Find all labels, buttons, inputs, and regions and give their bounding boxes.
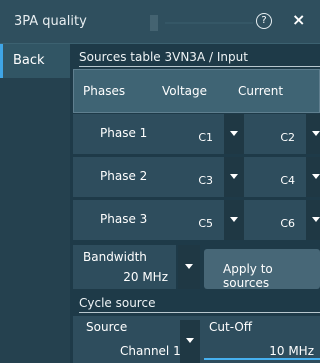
voltage-dropdown-button[interactable] <box>224 114 244 154</box>
bandwidth-value: 20 MHz <box>123 270 168 284</box>
phase-label: Phase 3 <box>100 212 148 226</box>
table-row: Phase 3 C5 C6 <box>73 200 320 240</box>
apply-to-sources-button[interactable]: Apply to sources <box>204 249 320 290</box>
voltage-dropdown-button[interactable] <box>224 157 244 197</box>
phase-label: Phase 2 <box>100 169 148 183</box>
current-value: C4 <box>280 174 295 187</box>
cycle-source-rule <box>79 312 320 313</box>
back-button[interactable]: Back <box>0 44 70 78</box>
sources-table-title: Sources table 3VN3A / Input <box>79 50 248 64</box>
voltage-value: C5 <box>198 217 213 230</box>
title-bar: 3PA quality ? × <box>0 0 320 44</box>
cycle-source-title: Cycle source <box>79 296 156 310</box>
close-icon[interactable]: × <box>292 10 305 29</box>
drag-track <box>165 22 253 24</box>
column-current: Current <box>238 84 284 98</box>
sidebar: Back <box>0 44 70 363</box>
back-label: Back <box>13 53 45 68</box>
current-select[interactable]: C4 <box>247 162 305 196</box>
bandwidth-field[interactable]: Bandwidth 20 MHz <box>73 245 176 289</box>
current-select[interactable]: C6 <box>247 205 305 239</box>
sources-table-rule <box>79 66 320 67</box>
cutoff-value[interactable]: 10 MHz <box>269 344 314 358</box>
question-circle-icon[interactable]: ? <box>256 13 272 29</box>
voltage-dropdown-button[interactable] <box>224 200 244 240</box>
table-row: Phase 2 C3 C4 <box>73 157 320 197</box>
current-select[interactable]: C2 <box>247 119 305 153</box>
cutoff-focus-underline <box>204 358 320 360</box>
cutoff-label: Cut-Off <box>209 320 253 334</box>
voltage-value: C1 <box>198 131 213 144</box>
voltage-value: C3 <box>198 174 213 187</box>
voltage-select[interactable]: C5 <box>165 205 223 239</box>
source-dropdown-button[interactable] <box>180 320 200 363</box>
bandwidth-label: Bandwidth <box>83 250 147 264</box>
window-title: 3PA quality <box>14 14 87 29</box>
table-row: Phase 1 C1 C2 <box>73 114 320 154</box>
column-voltage: Voltage <box>162 84 208 98</box>
voltage-select[interactable]: C3 <box>165 162 223 196</box>
current-dropdown-button[interactable] <box>306 200 320 240</box>
column-phases: Phases <box>83 84 126 98</box>
voltage-select[interactable]: C1 <box>165 119 223 153</box>
drag-handle[interactable] <box>150 15 158 31</box>
current-value: C6 <box>280 217 295 230</box>
bandwidth-dropdown-button[interactable] <box>178 245 200 289</box>
apply-button-label: Apply to sources <box>223 262 273 290</box>
source-value[interactable]: Channel 1 <box>120 344 181 358</box>
current-value: C2 <box>280 131 295 144</box>
current-dropdown-button[interactable] <box>306 157 320 197</box>
source-label: Source <box>86 320 128 334</box>
current-dropdown-button[interactable] <box>306 114 320 154</box>
phase-label: Phase 1 <box>100 126 148 140</box>
table-header: Phases Voltage Current <box>73 69 320 113</box>
